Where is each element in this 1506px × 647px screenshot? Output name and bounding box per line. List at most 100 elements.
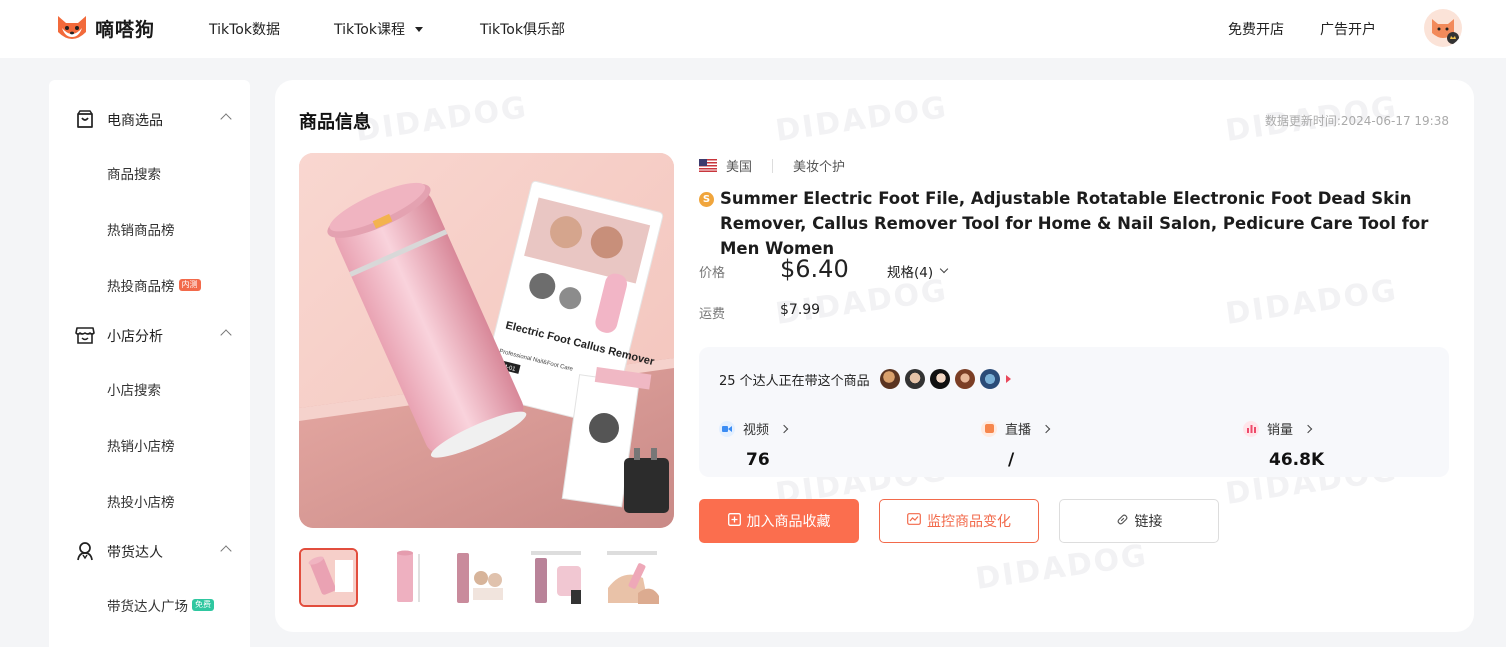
chevron-down-icon <box>939 264 949 274</box>
sidebar-item-label: 小店搜索 <box>107 383 161 399</box>
creator-avatar[interactable] <box>954 369 975 389</box>
creator-avatar[interactable] <box>979 369 1000 389</box>
chevron-up-icon <box>220 113 232 125</box>
button-label: 链接 <box>1134 514 1163 530</box>
product-category[interactable]: 美妆个护 <box>793 156 845 175</box>
spec-label: 规格(4) <box>887 265 934 281</box>
beta-badge: 内测 <box>178 279 201 291</box>
price-label: 价格 <box>699 266 726 281</box>
person-icon <box>74 540 96 562</box>
shipping-value: $7.99 <box>780 302 821 318</box>
nav-tiktok-data[interactable]: TikTok数据 <box>209 19 280 39</box>
chevron-up-icon <box>220 545 232 557</box>
shipping-label: 运费 <box>699 307 726 322</box>
link-icon <box>1116 513 1129 530</box>
dog-logo-icon <box>55 12 89 44</box>
sidebar-item-label: 商品搜索 <box>107 167 161 183</box>
nav-label: TikTok课程 <box>334 22 405 38</box>
shopping-bag-icon <box>74 108 96 130</box>
nav-label: TikTok数据 <box>209 22 280 38</box>
sidebar: 电商选品 商品搜索 热销商品榜 热投商品榜 内测 小店分析 小店搜索 热销小店榜 … <box>49 80 250 647</box>
thumbnail-2[interactable] <box>375 548 434 607</box>
bar-chart-icon <box>1243 420 1259 437</box>
chevron-right-icon <box>1041 424 1051 433</box>
thumbnail-1[interactable] <box>299 548 358 607</box>
section-title: 商品信息 <box>299 112 371 133</box>
creator-avatars[interactable] <box>879 369 1000 389</box>
product-region: 美国 <box>726 160 753 175</box>
sidebar-group-creators[interactable]: 带货达人 <box>49 531 250 571</box>
sidebar-item-label: 带货达人广场 <box>107 599 188 615</box>
sidebar-group-label: 小店分析 <box>107 329 163 345</box>
stat-label: 销量 <box>1267 423 1294 438</box>
nav-free-store[interactable]: 免费开店 <box>1228 19 1284 39</box>
monitor-chart-icon <box>907 513 921 529</box>
stat-live[interactable]: 直播 / <box>981 419 1051 470</box>
free-badge: 免费 <box>192 599 214 611</box>
link-button[interactable]: 链接 <box>1059 499 1219 543</box>
video-icon <box>719 420 735 437</box>
thumbnail-3[interactable] <box>451 548 510 607</box>
product-title-text: Summer Electric Foot File, Adjustable Ro… <box>720 189 1429 258</box>
arrow-right-icon[interactable] <box>1005 375 1011 383</box>
stat-videos[interactable]: 视频 76 <box>719 419 789 470</box>
sidebar-item-hot-ad-shops[interactable]: 热投小店榜 <box>107 491 175 511</box>
creator-avatar[interactable] <box>929 369 950 389</box>
sidebar-item-label: 热投小店榜 <box>107 495 175 511</box>
thumbnail-strip <box>299 548 662 607</box>
product-title: S Summer Electric Foot File, Adjustable … <box>699 186 1429 258</box>
nav-ad-account[interactable]: 广告开户 <box>1320 19 1376 39</box>
live-icon <box>981 420 997 437</box>
divider <box>772 158 774 173</box>
sidebar-item-shop-search[interactable]: 小店搜索 <box>107 379 161 399</box>
sidebar-group-shop-analysis[interactable]: 小店分析 <box>49 315 250 355</box>
avatar[interactable] <box>1424 9 1462 47</box>
spec-dropdown[interactable]: 规格(4) <box>887 261 949 281</box>
button-label: 监控商品变化 <box>927 514 1011 530</box>
sidebar-item-hot-shops[interactable]: 热销小店榜 <box>107 435 175 455</box>
stat-value: 46.8K <box>1269 450 1325 470</box>
chevron-right-icon <box>1303 424 1313 433</box>
sidebar-item-hot-ad-products[interactable]: 热投商品榜 内测 <box>107 275 201 295</box>
nav-label: 免费开店 <box>1228 22 1284 38</box>
sidebar-item-label: 热销小店榜 <box>107 439 175 455</box>
shop-icon <box>74 324 96 346</box>
creator-avatar[interactable] <box>904 369 925 389</box>
creator-stats-panel: 25 个达人正在带这个商品 视频 76 直播 / 销量 46.8K <box>699 347 1449 477</box>
creator-count-line: 25 个达人正在带这个商品 <box>719 369 1011 389</box>
product-main-image[interactable]: Electric Foot Callus Remover Professiona… <box>299 153 674 528</box>
stat-value: / <box>1008 450 1015 470</box>
monitor-changes-button[interactable]: 监控商品变化 <box>879 499 1039 543</box>
stat-sales[interactable]: 销量 46.8K <box>1243 419 1324 470</box>
caret-down-icon <box>414 26 423 32</box>
thumbnail-5[interactable] <box>603 548 662 607</box>
add-favorite-button[interactable]: 加入商品收藏 <box>699 499 859 543</box>
nav-tiktok-club[interactable]: TikTok俱乐部 <box>480 19 565 39</box>
top-nav: 嘀嗒狗 TikTok数据 TikTok课程 TikTok俱乐部 免费开店 广告开… <box>0 0 1506 58</box>
watermark: DIDADOG <box>773 90 950 149</box>
sidebar-item-creator-plaza[interactable]: 带货达人广场 免费 <box>107 595 214 615</box>
sidebar-group-ecommerce[interactable]: 电商选品 <box>49 99 250 139</box>
sidebar-item-label: 热销商品榜 <box>107 223 175 239</box>
nav-tiktok-courses[interactable]: TikTok课程 <box>334 19 423 39</box>
brand-name: 嘀嗒狗 <box>95 18 156 41</box>
update-time: 数据更新时间:2024-06-17 19:38 <box>1264 114 1449 128</box>
nav-label: TikTok俱乐部 <box>480 22 565 38</box>
sidebar-item-label: 热投商品榜 <box>107 279 175 295</box>
logo[interactable]: 嘀嗒狗 <box>55 12 155 44</box>
stat-value: 76 <box>746 450 770 470</box>
shop-coin-icon: S <box>699 192 714 207</box>
product-meta: 美国 美妆个护 <box>699 156 845 175</box>
sidebar-item-hot-products[interactable]: 热销商品榜 <box>107 219 175 239</box>
product-info-card: DIDADOG DIDADOG DIDADOG DIDADOG DIDADOG … <box>275 80 1474 632</box>
watermark: DIDADOG <box>1223 273 1400 332</box>
creator-avatar[interactable] <box>879 369 900 389</box>
nav-label: 广告开户 <box>1320 22 1376 38</box>
plus-square-icon <box>727 512 741 530</box>
watermark: DIDADOG <box>973 538 1150 597</box>
creator-count-text: 25 个达人正在带这个商品 <box>719 373 870 389</box>
button-label: 加入商品收藏 <box>746 514 831 530</box>
thumbnail-4[interactable] <box>527 548 586 607</box>
sidebar-item-product-search[interactable]: 商品搜索 <box>107 163 161 183</box>
watermark: DIDADOG <box>353 90 530 149</box>
